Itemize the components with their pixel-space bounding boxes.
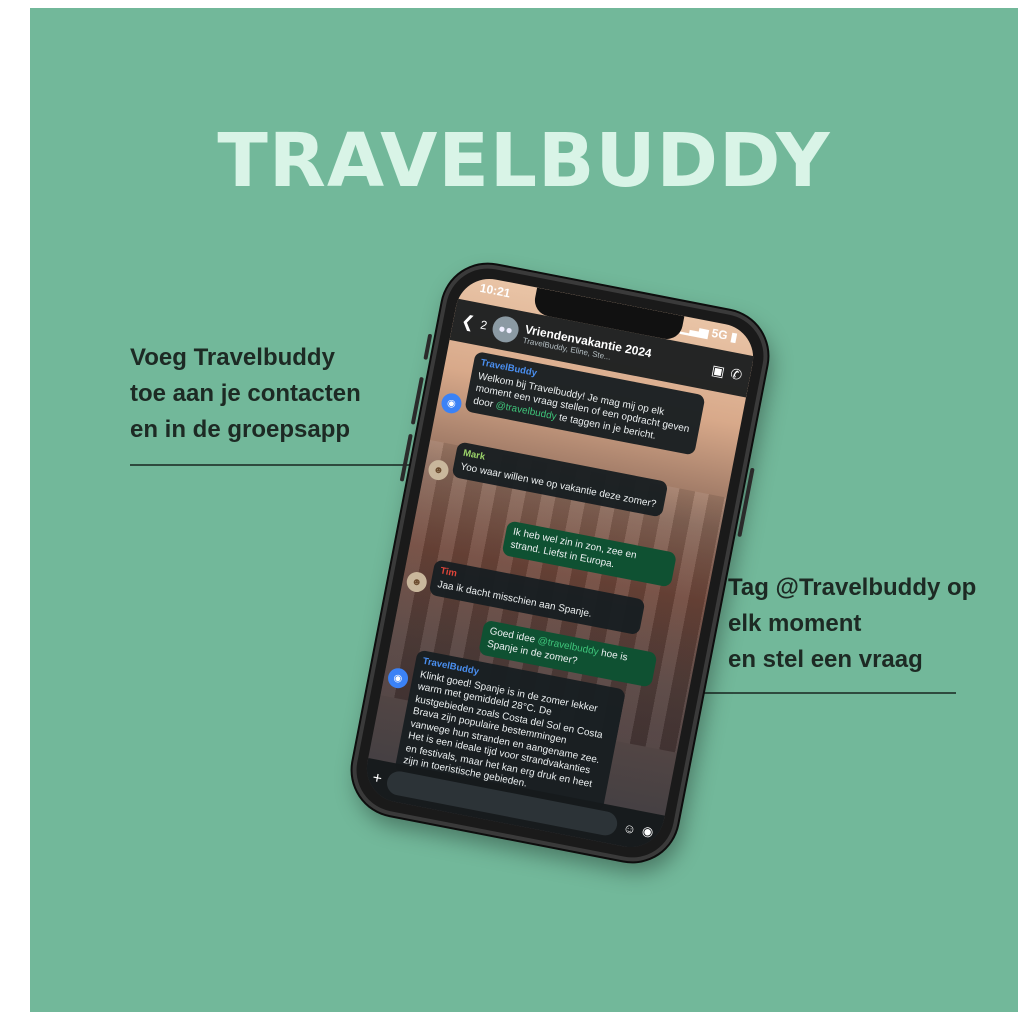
callout-line-text: en stel een vraag [728,646,923,673]
user-avatar-icon: ☻ [426,458,451,482]
callout-line-text: Tag @Travelbuddy op [728,574,977,601]
sticker-icon[interactable]: ☺ [622,820,638,837]
callout-tag-travelbuddy: Tag @Travelbuddy op elk moment en stel e… [728,570,976,678]
camera-icon[interactable]: ◉ [641,823,655,841]
callout-line-text: toe aan je contacten [130,380,361,407]
travelbuddy-avatar-icon: ◉ [386,666,410,690]
group-avatar-icon[interactable]: ●● [490,314,521,345]
video-call-icon[interactable]: ▣ [710,361,726,380]
page-title: TRAVELBUDDY [217,118,831,204]
unread-count: 2 [479,317,489,333]
user-avatar-icon: ☻ [405,570,429,594]
message-bubble: Mark Yoo waar willen we op vakantie deze… [451,441,669,518]
callout-line-text: en in de groepsapp [130,416,351,443]
callout-add-contact: Voeg Travelbuddy toe aan je contacten en… [130,340,361,448]
phone-screen: 10:21 ▁▃▅ 5G ▮ ❮ 2 ●● Vriendenvakantie 2… [361,273,759,853]
back-arrow-icon[interactable]: ❮ [460,311,477,333]
message-text: Ik heb wel zin in zon, zee en strand. Li… [509,526,638,570]
poster-background: TRAVELBUDDY Voeg Travelbuddy toe aan je … [30,8,1018,1012]
phone-mockup: 10:21 ▁▃▅ 5G ▮ ❮ 2 ●● Vriendenvakantie 2… [344,256,776,870]
travelbuddy-avatar-icon: ◉ [439,391,464,416]
callout-line-text: Voeg Travelbuddy [130,344,335,371]
plus-icon[interactable]: + [371,769,383,788]
phone-call-icon[interactable]: ✆ [729,365,744,384]
callout-line-text: elk moment [728,610,862,637]
mute-switch [423,333,433,360]
callout-divider-left [130,464,440,466]
